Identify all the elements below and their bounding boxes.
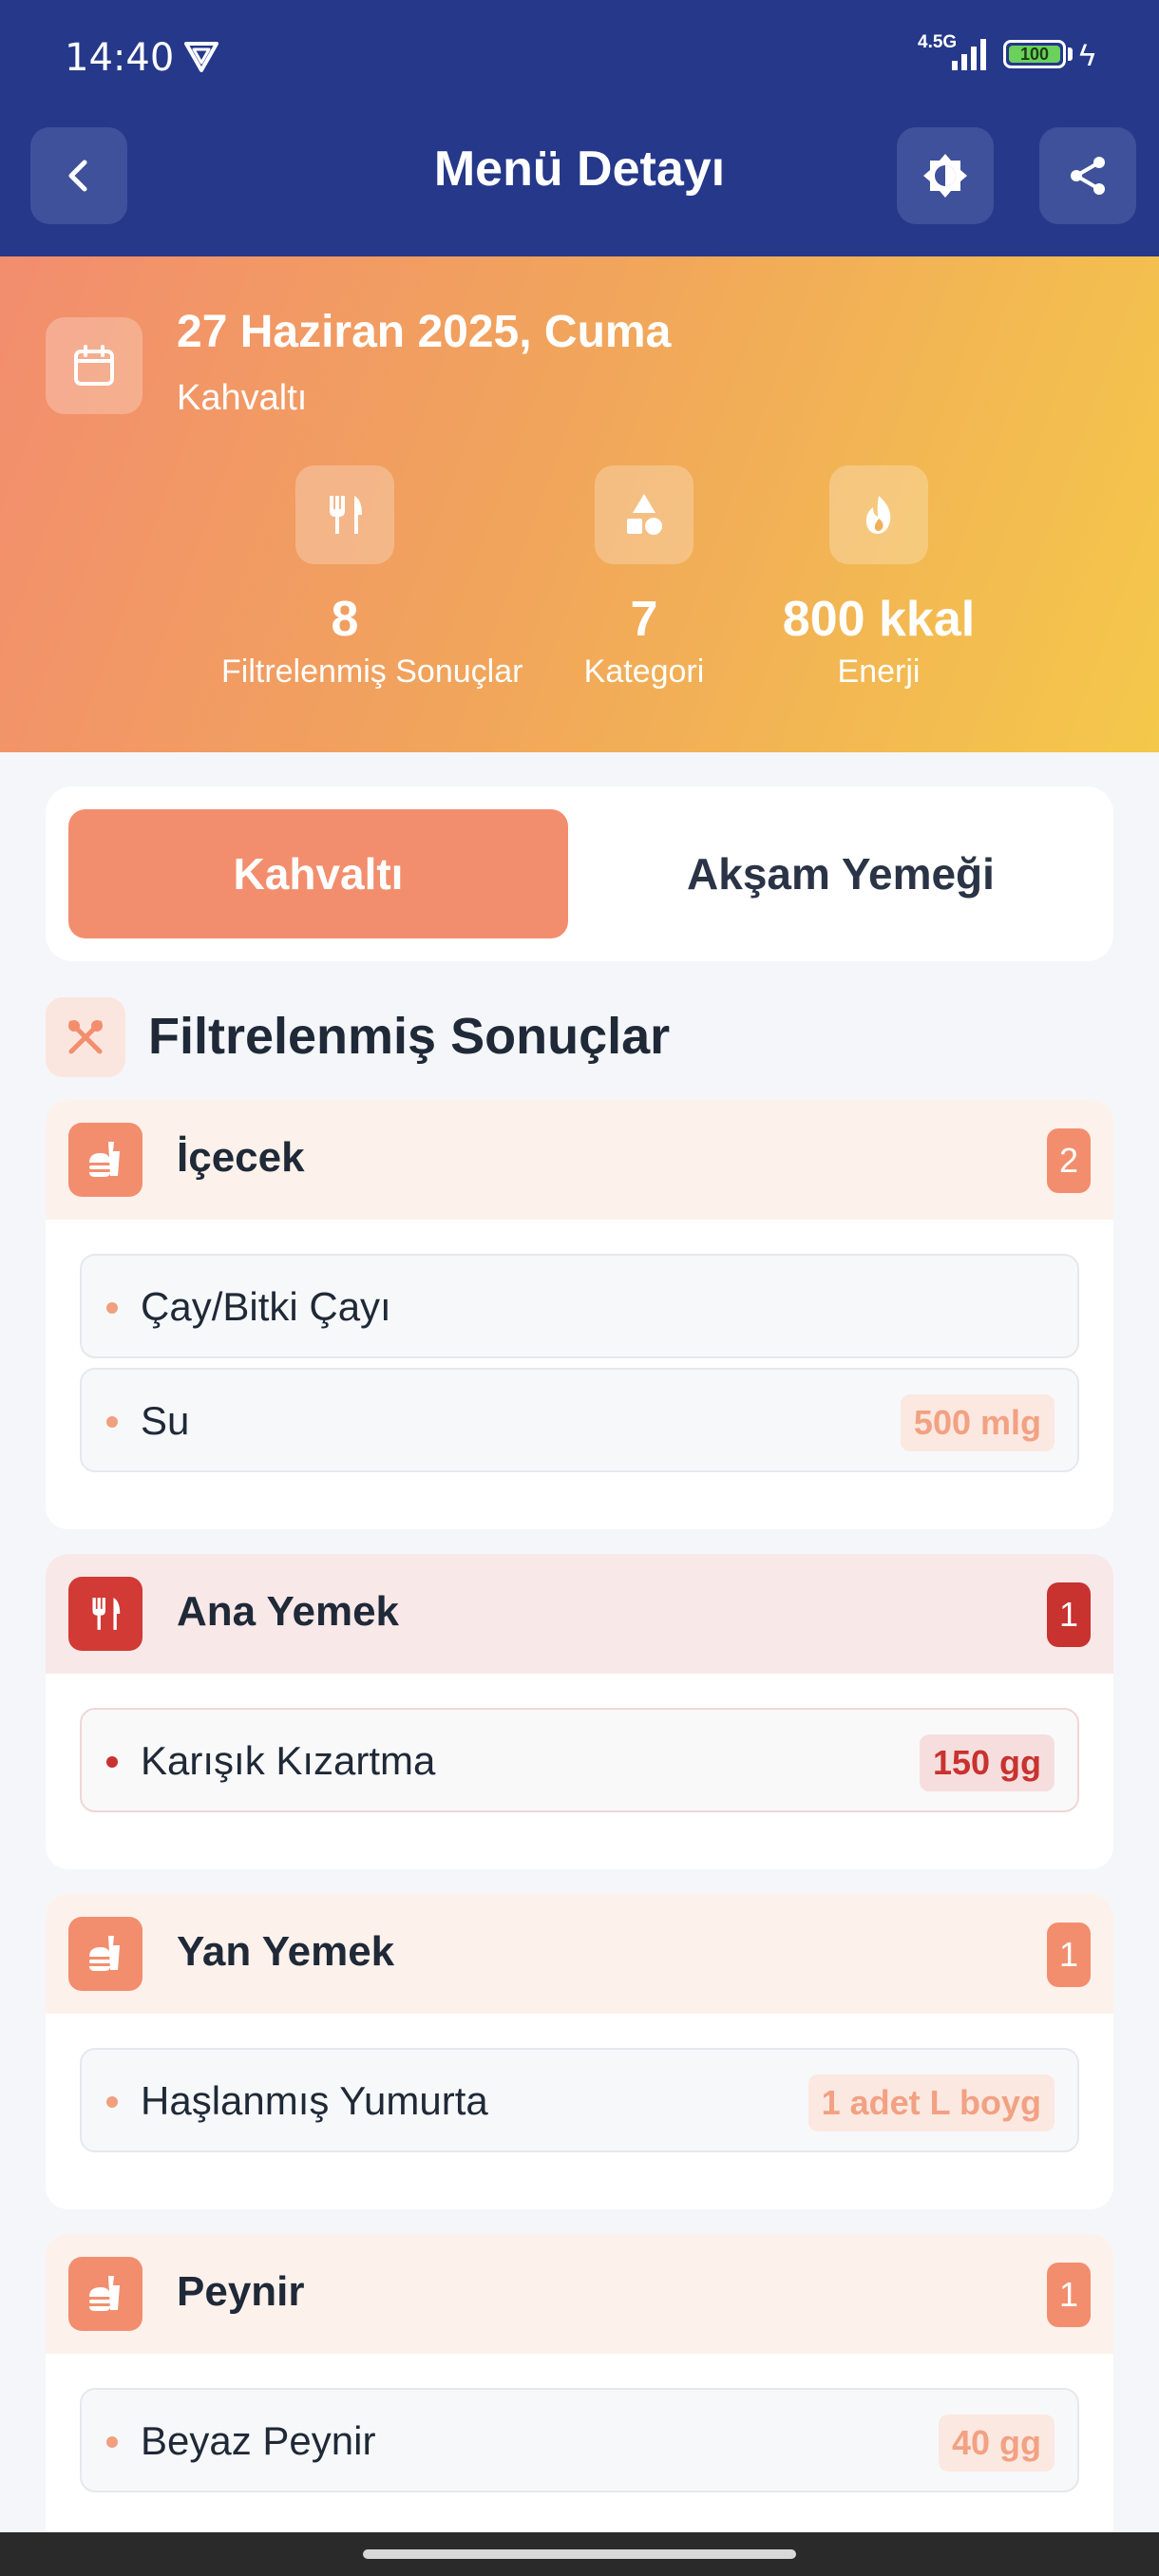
item-name: Karışık Kızartma [141,1738,436,1783]
tab-breakfast[interactable]: Kahvaltı [68,809,568,938]
stat-energy: 800 kkal Enerji [755,465,1002,691]
category-header[interactable]: Ana Yemek 1 [46,1554,1113,1674]
food-icon [89,1936,120,1971]
home-gesture-handle[interactable] [363,2549,796,2559]
list-item[interactable]: Çay/Bitki Çayı [80,1254,1079,1358]
item-quantity: 150 gg [919,1734,1054,1791]
menu-date: 27 Haziran 2025, Cuma [177,307,672,357]
calendar-icon-box [46,317,142,414]
charging-icon: ϟ [1079,38,1095,72]
status-bar: 14:40 4.5G 100 ϟ [0,0,1159,114]
battery-level: 100 [1009,46,1060,63]
meal-tabs: Kahvaltı Akşam Yemeği [46,786,1113,961]
brightness-icon [923,154,967,198]
stat-icon-box [595,465,694,564]
system-navigation-bar [0,2532,1159,2576]
category-count-badge: 1 [1047,1582,1091,1647]
stat-value: 8 [331,592,359,647]
list-item[interactable]: Beyaz Peynir 40 gg [80,2388,1079,2492]
category-header[interactable]: İçecek 2 [46,1100,1113,1220]
bullet-icon [106,1756,118,1768]
stat-icon-box [295,465,394,564]
stat-icon-box [829,465,928,564]
category-count-badge: 1 [1047,2263,1091,2327]
status-time: 14:40 [65,36,175,80]
battery-tip [1068,47,1073,61]
list-item[interactable]: Karışık Kızartma 150 gg [80,1708,1079,1812]
utensils-icon [92,1598,121,1630]
category-header[interactable]: Peynir 1 [46,2234,1113,2354]
bullet-icon [106,1302,118,1314]
food-icon [89,2276,120,2311]
stat-results: 8 Filtrelenmiş Sonuçlar [221,465,523,691]
category-count-badge: 2 [1047,1128,1091,1193]
theme-toggle-button[interactable] [897,127,994,224]
stat-label: Enerji [837,653,921,690]
category-card-yan-yemek: Yan Yemek 1 Haşlanmış Yumurta 1 adet L b… [46,1894,1113,2209]
bullet-icon [106,2096,118,2108]
category-name: İçecek [177,1134,305,1181]
category-name: Ana Yemek [177,1588,400,1635]
battery-icon: 100 [1003,40,1066,68]
calendar-icon [74,345,114,386]
flame-icon [865,496,891,534]
shapes-icon [627,494,662,535]
category-icon-box [68,1577,142,1651]
category-count-badge: 1 [1047,1923,1091,1987]
item-name: Çay/Bitki Çayı [141,1284,391,1329]
category-name: Yan Yemek [177,1928,395,1975]
stat-label: Filtrelenmiş Sonuçlar [221,653,523,690]
share-button[interactable] [1039,127,1136,224]
menu-meal-type: Kahvaltı [177,378,308,418]
stat-categories: 7 Kategori [521,465,768,691]
item-quantity: 500 mlg [900,1394,1054,1451]
category-name: Peynir [177,2268,305,2315]
food-icon [89,1142,120,1177]
stat-value: 800 kkal [782,592,976,647]
list-item[interactable]: Haşlanmış Yumurta 1 adet L boyg [80,2048,1079,2152]
stat-value: 7 [630,592,658,647]
category-card-icecek: İçecek 2 Çay/Bitki Çayı Su 500 mlg [46,1100,1113,1529]
item-name: Su [141,1398,190,1443]
utensils-icon [330,496,362,534]
bullet-icon [106,1416,118,1428]
category-card-peynir: Peynir 1 Beyaz Peynir 40 gg [46,2234,1113,2549]
category-icon-box [68,2257,142,2331]
category-header[interactable]: Yan Yemek 1 [46,1894,1113,2014]
item-quantity: 1 adet L boyg [808,2074,1054,2131]
category-card-ana-yemek: Ana Yemek 1 Karışık Kızartma 150 gg [46,1554,1113,1869]
menu-summary-banner: 27 Haziran 2025, Cuma Kahvaltı 8 Filtrel… [0,256,1159,752]
category-icon-box [68,1123,142,1197]
signal-icon [952,39,986,70]
section-title: Filtrelenmiş Sonuçlar [148,1008,671,1065]
share-icon [1071,157,1105,195]
list-item[interactable]: Su 500 mlg [80,1368,1079,1472]
bullet-icon [106,2436,118,2448]
section-icon-box [46,997,125,1077]
item-name: Beyaz Peynir [141,2418,376,2463]
stat-label: Kategori [583,653,705,690]
category-icon-box [68,1917,142,1991]
top-bar: 14:40 4.5G 100 ϟ Menü Detayı [0,0,1159,256]
tab-dinner[interactable]: Akşam Yemeği [591,809,1091,938]
item-quantity: 40 gg [938,2415,1054,2472]
crossed-utensils-icon [68,1020,103,1054]
item-name: Haşlanmış Yumurta [141,2078,488,2123]
vpn-icon [184,42,218,72]
